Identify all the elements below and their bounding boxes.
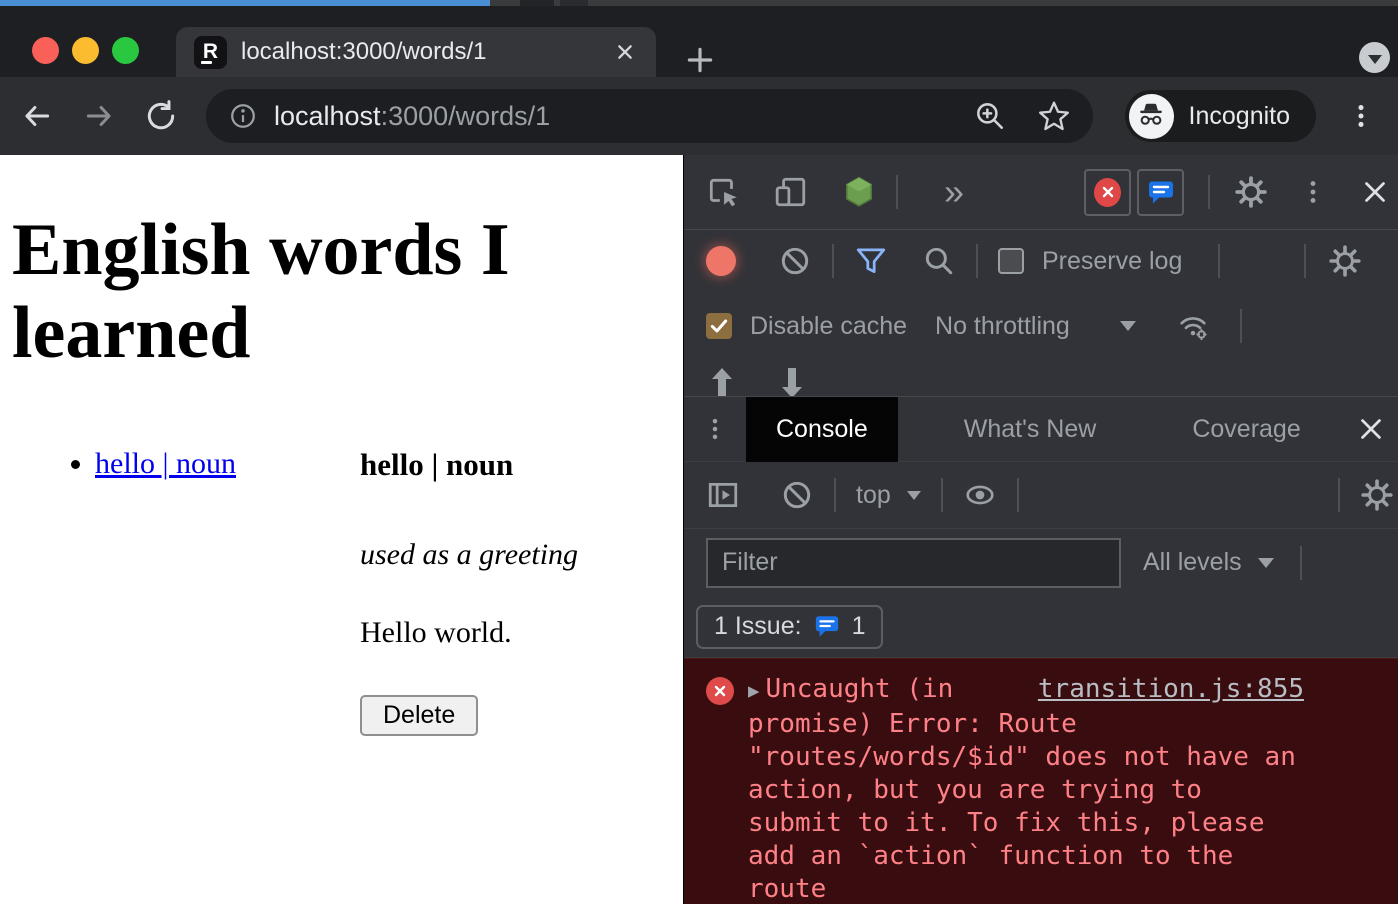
more-tabs-icon[interactable]: » <box>944 174 964 210</box>
address-bar[interactable]: localhost:3000/words/1 <box>206 89 1093 143</box>
reload-button[interactable] <box>144 99 178 133</box>
download-har-icon[interactable] <box>776 364 808 397</box>
chevron-down-icon <box>1368 55 1382 64</box>
disable-cache-checkbox[interactable] <box>706 313 732 339</box>
bookmark-star-icon[interactable] <box>1037 99 1071 133</box>
tab-console[interactable]: Console <box>746 397 898 462</box>
chevron-down-icon <box>1258 558 1274 568</box>
url-path: :3000/words/1 <box>381 101 551 131</box>
drawer-menu-icon[interactable] <box>698 412 732 446</box>
web-page-content: English words I learned hello | noun hel… <box>0 155 683 904</box>
chevron-down-icon <box>1120 321 1136 331</box>
new-tab-button[interactable] <box>683 43 717 77</box>
remix-favicon: R <box>194 36 227 69</box>
issues-label: 1 Issue: <box>714 612 802 641</box>
close-window-button[interactable] <box>32 37 59 64</box>
word-detail-title: hello | noun <box>360 447 578 483</box>
throttling-select[interactable]: No throttling <box>935 312 1070 341</box>
incognito-badge[interactable]: Incognito <box>1125 90 1316 142</box>
issues-button[interactable]: 1 Issue: 1 <box>696 605 883 649</box>
record-network-log-button[interactable] <box>706 246 736 276</box>
tab-title: localhost:3000/words/1 <box>241 38 486 66</box>
maximize-window-button[interactable] <box>112 37 139 64</box>
site-info-icon[interactable] <box>228 101 258 131</box>
forward-button[interactable] <box>82 99 116 133</box>
nodejs-icon[interactable] <box>842 175 876 209</box>
clear-network-log-icon[interactable] <box>778 244 812 278</box>
console-error-message: transition.js:855 ▶Uncaught (in promise) … <box>684 658 1398 904</box>
console-settings-gear-icon[interactable] <box>1360 478 1394 512</box>
tab-coverage[interactable]: Coverage <box>1162 397 1330 462</box>
browser-tab[interactable]: R localhost:3000/words/1 <box>176 27 656 77</box>
disable-cache-label: Disable cache <box>750 312 907 341</box>
list-item: hello | noun <box>95 447 360 481</box>
chevron-down-icon <box>907 491 921 500</box>
device-toolbar-icon[interactable] <box>774 175 808 209</box>
word-definition: used as a greeting <box>360 538 578 572</box>
tab-close-icon[interactable] <box>612 39 638 65</box>
minimize-window-button[interactable] <box>72 37 99 64</box>
window-controls <box>32 37 139 64</box>
url-host: localhost <box>274 101 381 131</box>
browser-menu-icon[interactable] <box>1344 99 1378 133</box>
console-issues-row: 1 Issue: 1 <box>684 596 1398 658</box>
preserve-log-checkbox[interactable] <box>998 248 1024 274</box>
preserve-log-label: Preserve log <box>1042 247 1182 276</box>
error-count-badge[interactable] <box>1084 169 1131 216</box>
clear-console-icon[interactable] <box>780 478 814 512</box>
settings-gear-icon[interactable] <box>1234 175 1268 209</box>
word-link[interactable]: hello | noun <box>95 447 236 480</box>
network-clipped-row <box>684 360 1398 397</box>
console-toolbar: top <box>684 462 1398 529</box>
devtools-close-icon[interactable] <box>1358 175 1392 209</box>
tab-search-button[interactable] <box>1359 42 1390 73</box>
console-filter-input[interactable] <box>706 538 1121 588</box>
devtools-panel: » <box>683 155 1398 904</box>
network-conditions-icon[interactable] <box>1176 309 1210 343</box>
network-filter-icon[interactable] <box>854 244 888 278</box>
zoom-level-icon[interactable] <box>973 99 1007 133</box>
url-text: localhost:3000/words/1 <box>274 101 550 132</box>
word-list: hello | noun <box>0 447 360 736</box>
drawer-close-icon[interactable] <box>1354 412 1388 446</box>
network-toolbar: Preserve log <box>684 230 1398 292</box>
error-source-link[interactable]: transition.js:855 <box>1038 673 1304 706</box>
console-filter-row: All levels <box>684 529 1398 596</box>
issue-bubble-icon <box>814 614 840 639</box>
network-search-icon[interactable] <box>922 244 956 278</box>
devtools-menu-icon[interactable] <box>1296 175 1330 209</box>
log-levels-select[interactable]: All levels <box>1143 548 1242 577</box>
error-icon <box>1094 178 1121 207</box>
incognito-label: Incognito <box>1189 102 1290 131</box>
delete-button[interactable]: Delete <box>360 695 478 736</box>
console-sidebar-icon[interactable] <box>706 478 740 512</box>
network-options-row: Disable cache No throttling <box>684 292 1398 360</box>
browser-toolbar: localhost:3000/words/1 Incognito <box>0 77 1398 155</box>
live-expression-eye-icon[interactable] <box>963 478 997 512</box>
expand-triangle-icon[interactable]: ▶ <box>748 680 759 702</box>
browser-tab-strip: R localhost:3000/words/1 <box>0 6 1398 77</box>
upload-har-icon[interactable] <box>706 364 738 397</box>
inspect-element-icon[interactable] <box>706 175 740 209</box>
error-circle-icon <box>706 677 734 705</box>
word-example: Hello world. <box>360 616 578 650</box>
incognito-icon <box>1129 94 1174 139</box>
drawer-tab-bar: Console What's New Coverage <box>684 397 1398 462</box>
tab-whats-new[interactable]: What's New <box>934 397 1127 462</box>
issues-badge[interactable] <box>1137 169 1184 216</box>
issues-count: 1 <box>852 612 866 641</box>
error-message-text: Uncaught (in promise) Error: Route "rout… <box>748 674 1296 904</box>
devtools-main-toolbar: » <box>684 155 1398 230</box>
word-detail-panel: hello | noun used as a greeting Hello wo… <box>360 447 578 736</box>
page-title: English words I learned <box>12 209 572 375</box>
back-button[interactable] <box>20 99 54 133</box>
console-context-select[interactable]: top <box>856 481 891 510</box>
error-text-block: transition.js:855 ▶Uncaught (in promise) … <box>748 673 1304 904</box>
network-settings-gear-icon[interactable] <box>1328 244 1362 278</box>
